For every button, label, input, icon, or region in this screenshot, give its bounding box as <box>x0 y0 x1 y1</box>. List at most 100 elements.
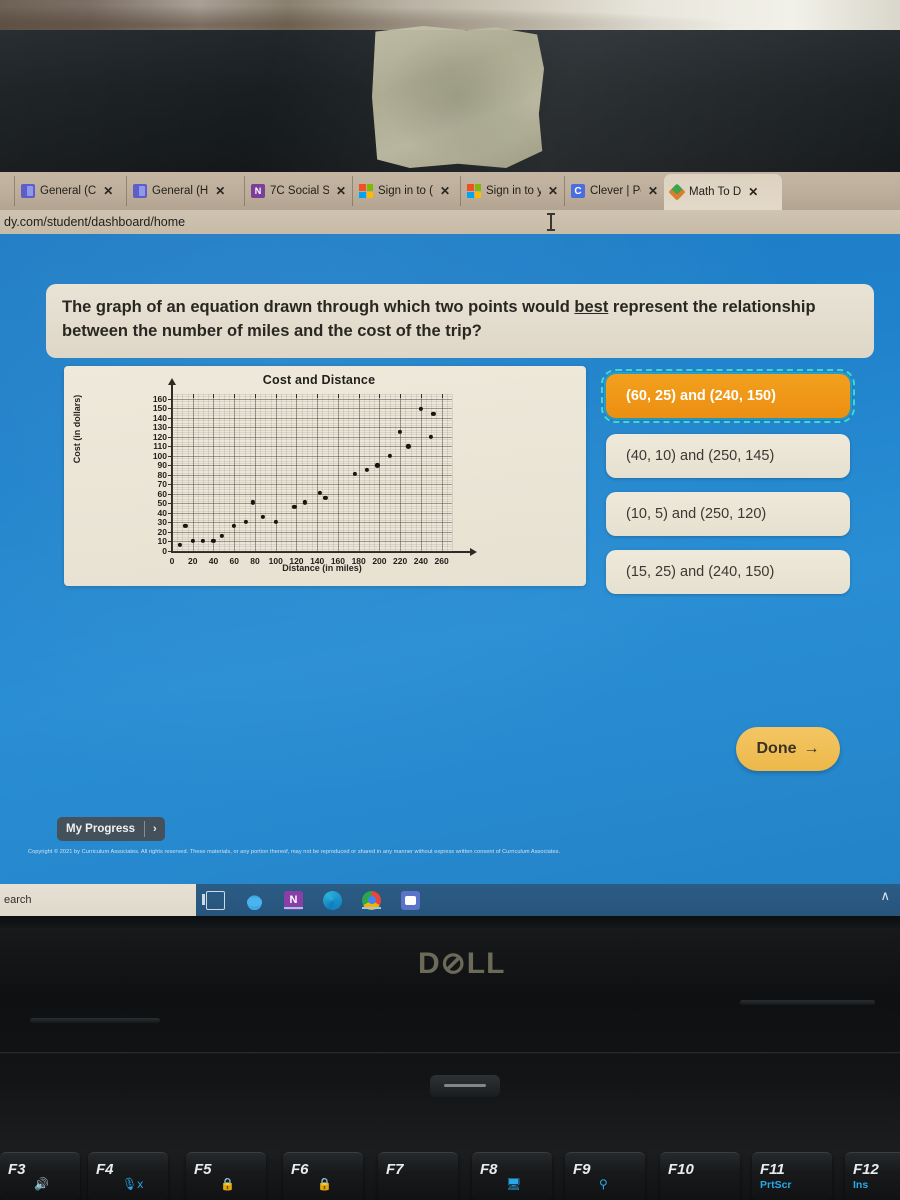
browser-tab-label: Math To D <box>689 186 742 198</box>
browser-tab-0[interactable]: General (C ✕ <box>14 176 126 206</box>
key-f7[interactable]: F7 <box>378 1152 458 1200</box>
chart-x-tick-mark <box>234 394 236 398</box>
chart-y-tick-mark <box>168 512 173 514</box>
dell-logo: D⊘LL <box>418 947 506 980</box>
chart-y-tick-label: 120 <box>152 431 167 442</box>
close-icon[interactable]: ✕ <box>748 185 758 199</box>
teams-icon[interactable] <box>401 890 420 910</box>
chart-gridline-v <box>400 394 402 551</box>
address-bar-url: dy.com/student/dashboard/home <box>4 215 186 229</box>
task-view-icon[interactable] <box>202 890 225 910</box>
done-button[interactable]: Done → <box>736 727 840 771</box>
chart-x-tick-label: 100 <box>268 556 283 566</box>
browser-tab-4[interactable]: Sign in to y ✕ <box>460 176 564 206</box>
onenote-icon[interactable] <box>284 890 303 910</box>
close-icon[interactable]: ✕ <box>548 184 558 198</box>
edge-icon[interactable] <box>323 890 342 910</box>
key-secondary-label: Ins <box>853 1179 869 1191</box>
answer-option-1[interactable]: (40, 10) and (250, 145) <box>606 434 850 478</box>
speaker-grille-left <box>30 1018 160 1023</box>
key-primary-label: F11 <box>760 1161 785 1178</box>
answer-option-2[interactable]: (10, 5) and (250, 120) <box>606 492 850 536</box>
chrome-icon[interactable] <box>362 890 381 910</box>
teams-icon <box>21 184 35 198</box>
browser-tab-2[interactable]: 7C Social S ✕ <box>244 176 352 206</box>
key-f5[interactable]: F5 🔒 <box>186 1152 266 1200</box>
browser-tab-5[interactable]: Clever | Po ✕ <box>564 176 664 206</box>
chart-y-tick-label: 160 <box>152 393 167 404</box>
iready-app-viewport: The graph of an equation drawn through w… <box>0 234 900 884</box>
chart-x-tick-label: 60 <box>229 556 239 566</box>
key-f3[interactable]: F3 🔊 <box>0 1152 80 1200</box>
close-icon[interactable]: ✕ <box>440 184 450 198</box>
key-f12[interactable]: F12 Ins <box>845 1152 900 1200</box>
chart-y-tick-mark <box>168 436 173 438</box>
answer-option-0[interactable]: (60, 25) and (240, 150) <box>601 369 855 423</box>
chart-x-tick-mark <box>213 394 215 398</box>
chart-y-tick-label: 20 <box>157 526 167 537</box>
chart-x-tick-label: 40 <box>208 556 219 566</box>
webcam-tape <box>372 26 544 168</box>
browser-tab-3[interactable]: Sign in to ( ✕ <box>352 176 460 206</box>
chart-y-tick-label: 140 <box>152 412 167 423</box>
onedrive-icon[interactable] <box>245 890 264 910</box>
chart-x-tick-mark <box>358 394 360 398</box>
chart-y-tick-label: 150 <box>152 403 167 414</box>
answer-option-label: (40, 10) and (250, 145) <box>626 448 775 464</box>
key-f4[interactable]: F4 🎙x <box>88 1152 168 1200</box>
text-cursor-icon <box>547 213 555 231</box>
key-function-icon: 🎙x <box>122 1177 144 1191</box>
browser-tab-label: Clever | Po <box>590 185 641 197</box>
chart-title: Cost and Distance <box>262 373 376 387</box>
chart-gridline-v <box>358 394 360 551</box>
answer-option-3[interactable]: (15, 25) and (240, 150) <box>606 550 850 594</box>
key-secondary-label: PrtScr <box>760 1179 792 1191</box>
key-f8[interactable]: F8 🖥 <box>472 1152 552 1200</box>
taskbar-app-icons <box>198 884 420 916</box>
close-icon[interactable]: ✕ <box>215 184 225 198</box>
chart-y-tick-label: 0 <box>162 546 167 556</box>
microsoft-icon <box>467 184 481 198</box>
chart-y-tick-mark <box>168 531 173 533</box>
chart-x-tick-mark <box>420 394 422 398</box>
browser-tab-label: Sign in to ( <box>378 185 433 197</box>
browser-tab-6[interactable]: Math To D ✕ <box>664 174 782 210</box>
chart-y-tick-label: 130 <box>152 422 167 433</box>
my-progress-button[interactable]: My Progress › <box>57 817 165 841</box>
chart-x-tick-mark <box>275 394 277 398</box>
chart-y-tick-mark <box>168 427 173 429</box>
browser-tab-1[interactable]: General (H ✕ <box>126 176 244 206</box>
done-button-label: Done <box>756 740 797 757</box>
browser-address-bar[interactable]: dy.com/student/dashboard/home <box>0 210 900 234</box>
chart-gridline-v <box>317 394 319 551</box>
chart-x-tick-label: 260 <box>434 556 449 566</box>
chart-y-tick-label: 60 <box>157 488 167 499</box>
chart-x-tick-label: 0 <box>169 556 175 566</box>
taskbar-search-placeholder: earch <box>4 894 32 906</box>
chart-x-tick-mark <box>172 394 173 398</box>
taskbar-search-box[interactable]: earch <box>0 884 196 916</box>
chart-y-axis-label: Cost (in dollars) <box>72 394 82 464</box>
keyboard-function-row: F3 🔊 F4 🎙x F5 🔒 F6 🔒 F7 F8 🖥 F9 ⚲ F10 F11 PrtScr F12 Ins <box>0 1152 900 1200</box>
chart-gridline-v <box>296 394 298 551</box>
key-f10[interactable]: F10 <box>660 1152 740 1200</box>
chart-gridline-v <box>337 394 339 551</box>
key-f6[interactable]: F6 🔒 <box>283 1152 363 1200</box>
chart-gridline-v <box>213 394 215 551</box>
close-icon[interactable]: ✕ <box>336 184 346 198</box>
key-function-icon: 🖥 <box>506 1177 522 1191</box>
key-primary-label: F12 <box>853 1161 879 1178</box>
close-icon[interactable]: ✕ <box>103 184 113 198</box>
chevron-up-icon[interactable]: ∧ <box>880 888 890 904</box>
close-icon[interactable]: ✕ <box>648 184 658 198</box>
chart-x-tick-mark <box>337 394 339 398</box>
copyright-notice: Copyright © 2021 by Curriculum Associate… <box>28 849 561 855</box>
chart-y-tick-label: 10 <box>157 536 167 547</box>
answer-option-label: (15, 25) and (240, 150) <box>626 564 775 580</box>
key-primary-label: F9 <box>573 1161 591 1178</box>
key-primary-label: F5 <box>194 1161 212 1178</box>
key-f9[interactable]: F9 ⚲ <box>565 1152 645 1200</box>
chart-y-tick-label: 40 <box>157 507 167 518</box>
chart-gridline-v <box>192 394 194 551</box>
key-f11[interactable]: F11 PrtScr <box>752 1152 832 1200</box>
